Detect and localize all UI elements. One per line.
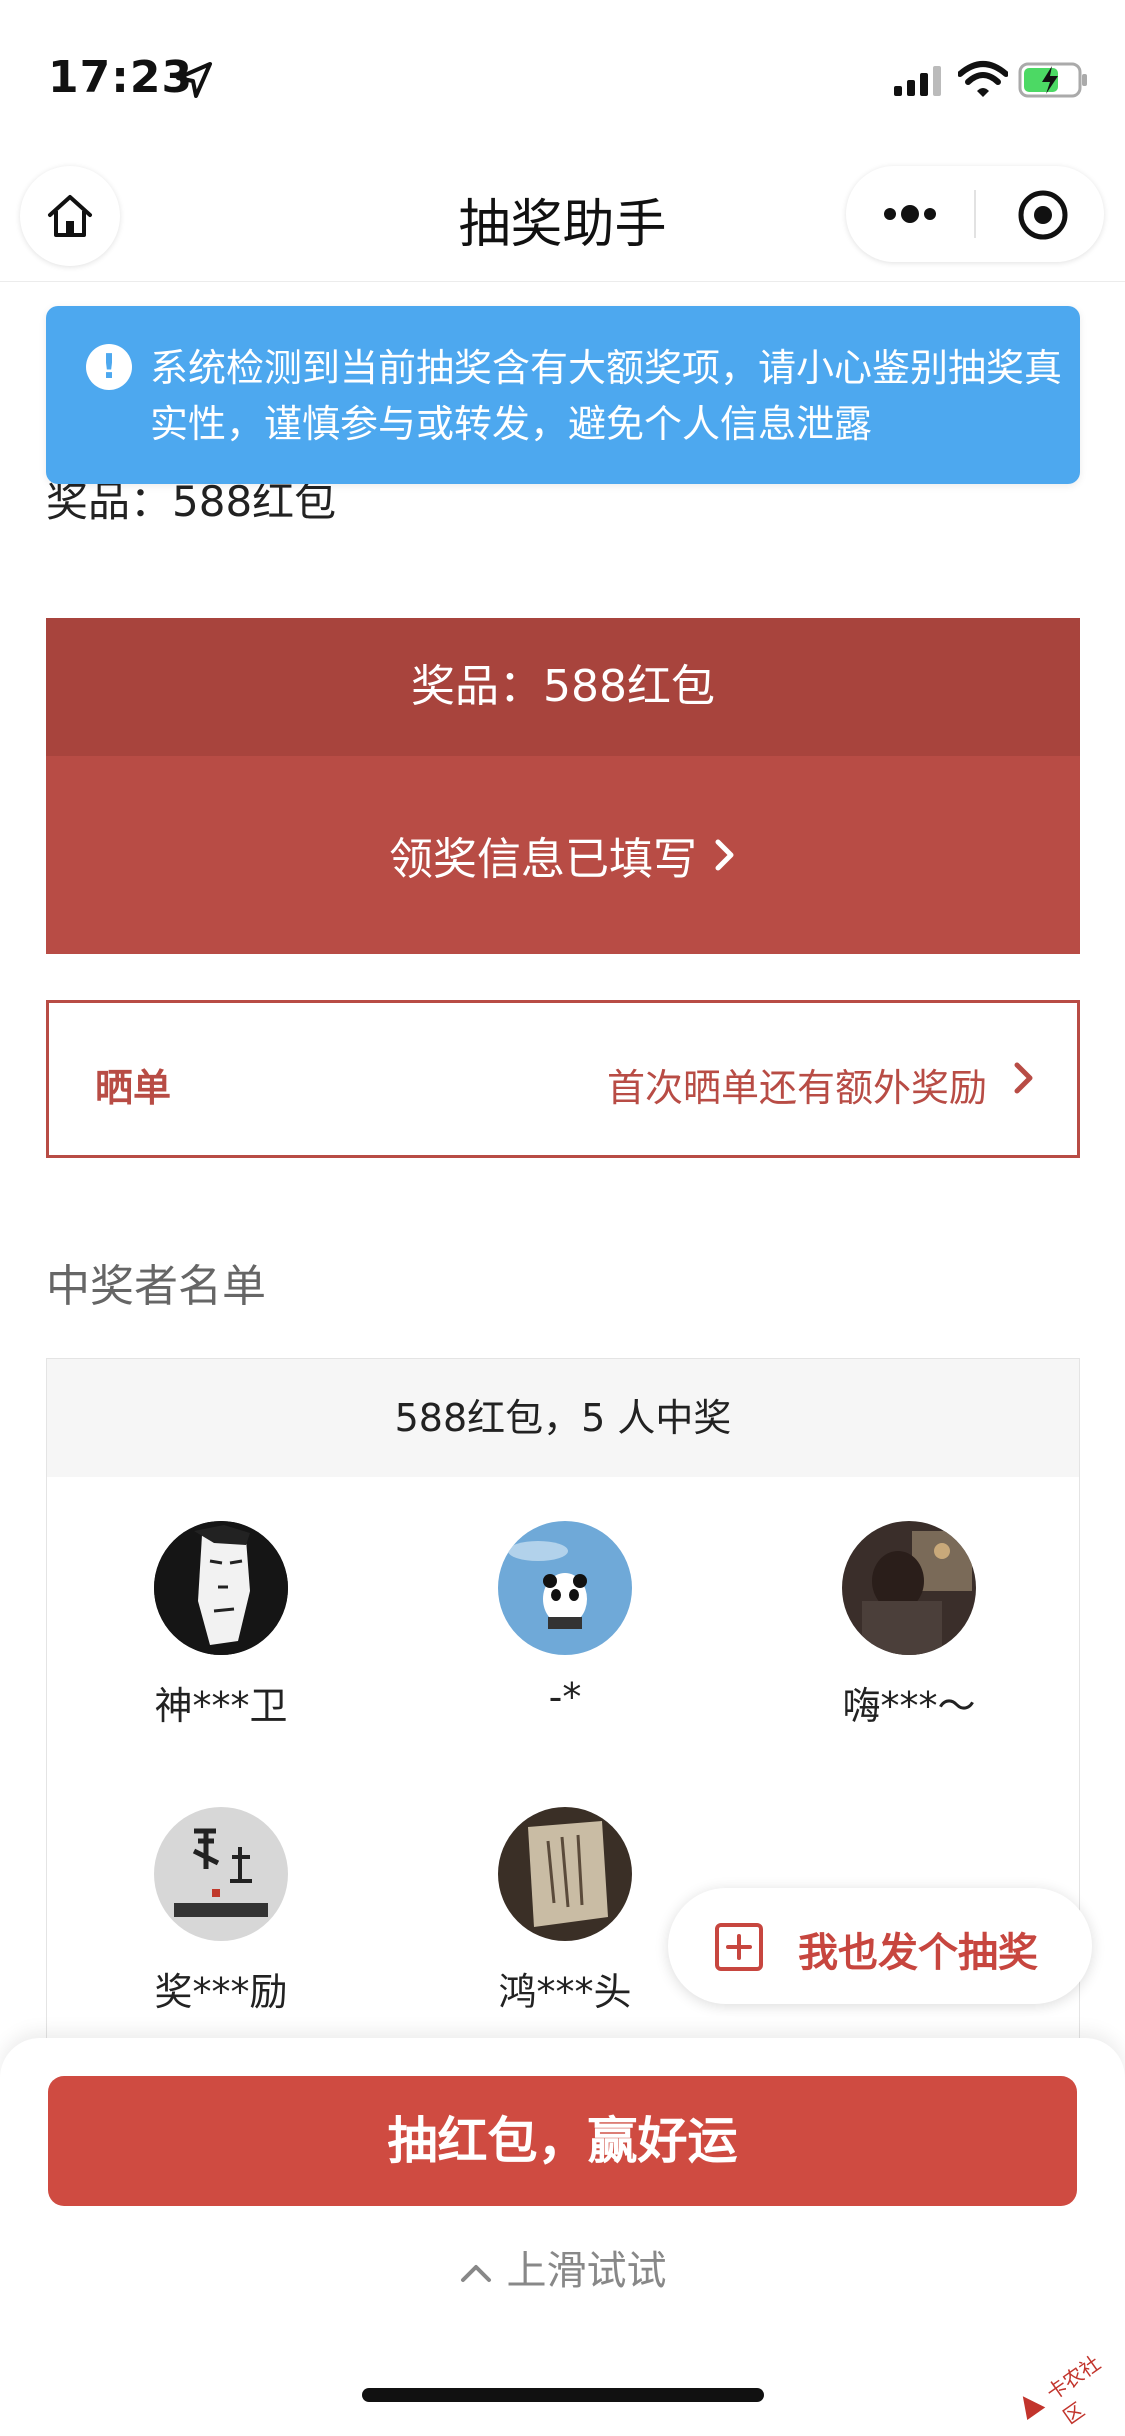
chevron-right-icon <box>715 839 734 871</box>
create-lottery-button[interactable]: 我也发个抽奖 <box>668 1888 1092 2004</box>
winner-name: 鸿***头 <box>498 1970 632 2014</box>
status-time: 17:23 <box>48 52 194 103</box>
nav-bar: 抽奖助手 <box>0 160 1125 282</box>
cellular-signal-icon <box>894 66 941 96</box>
draw-red-packet-button[interactable]: 抽红包，赢好运 <box>48 2076 1077 2206</box>
claim-info-button[interactable]: 领奖信息已填写 <box>46 756 1080 954</box>
swipe-hint[interactable]: 上滑试试 <box>0 2238 1125 2296</box>
prize-card: 奖品：588红包 领奖信息已填写 <box>46 618 1080 954</box>
avatar <box>154 1807 288 1941</box>
location-arrow-icon <box>176 62 212 98</box>
winner-name: 嗨***～ <box>842 1684 976 1728</box>
warning-text: 系统检测到当前抽奖含有大额奖项，请小心鉴别抽奖真实性，谨慎参与或转发，避免个人信… <box>150 346 1063 446</box>
menu-capsule <box>846 166 1104 262</box>
winner-item[interactable]: 嗨***～ <box>779 1521 1039 1730</box>
swipe-hint-label: 上滑试试 <box>506 2248 667 2294</box>
winner-item[interactable]: 奖***励 <box>91 1807 351 2016</box>
prize-title: 奖品：588红包 <box>46 618 1080 756</box>
winners-section-title: 中奖者名单 <box>46 1261 266 1312</box>
close-miniprogram-icon[interactable] <box>1016 188 1070 242</box>
winner-name: 奖***励 <box>154 1970 288 2014</box>
avatar <box>498 1521 632 1655</box>
chevron-up-icon <box>460 2265 491 2282</box>
create-lottery-label: 我也发个抽奖 <box>798 1930 1038 1976</box>
winner-name: 神***卫 <box>154 1684 288 1728</box>
winner-item[interactable]: 神***卫 <box>91 1521 351 1730</box>
share-order-row[interactable]: 晒单 首次晒单还有额外奖励 <box>46 1000 1080 1158</box>
winners-summary: 588红包，5 人中奖 <box>47 1359 1079 1477</box>
chevron-right-icon <box>1014 1062 1033 1094</box>
status-bar: 17:23 <box>0 0 1125 150</box>
warning-banner: ! 系统检测到当前抽奖含有大额奖项，请小心鉴别抽奖真实性，谨慎参与或转发，避免个… <box>46 306 1080 484</box>
avatar <box>498 1807 632 1941</box>
wifi-icon <box>958 61 1008 97</box>
bottom-sheet: 抽红包，赢好运 上滑试试 <box>0 2038 1125 2436</box>
winner-item[interactable]: 鸿***头 <box>435 1807 695 2016</box>
more-icon[interactable] <box>880 200 940 228</box>
winner-name: -* <box>548 1675 582 1719</box>
avatar <box>842 1521 976 1655</box>
plus-square-icon <box>715 1923 763 1971</box>
battery-charging-icon <box>1018 62 1087 98</box>
claim-status-label: 领奖信息已填写 <box>389 834 697 885</box>
page: 17:23 抽奖助手 奖品：588红包 ! 系统检测到当前抽奖含有大额奖项，请小… <box>0 0 1125 2436</box>
winner-item[interactable]: -* <box>435 1521 695 1719</box>
avatar <box>154 1521 288 1655</box>
exclamation-icon: ! <box>86 344 132 390</box>
share-hint: 首次晒单还有额外奖励 <box>606 1066 987 1110</box>
home-indicator[interactable] <box>362 2388 764 2402</box>
share-label: 晒单 <box>95 1066 172 1110</box>
capsule-divider <box>974 190 976 238</box>
